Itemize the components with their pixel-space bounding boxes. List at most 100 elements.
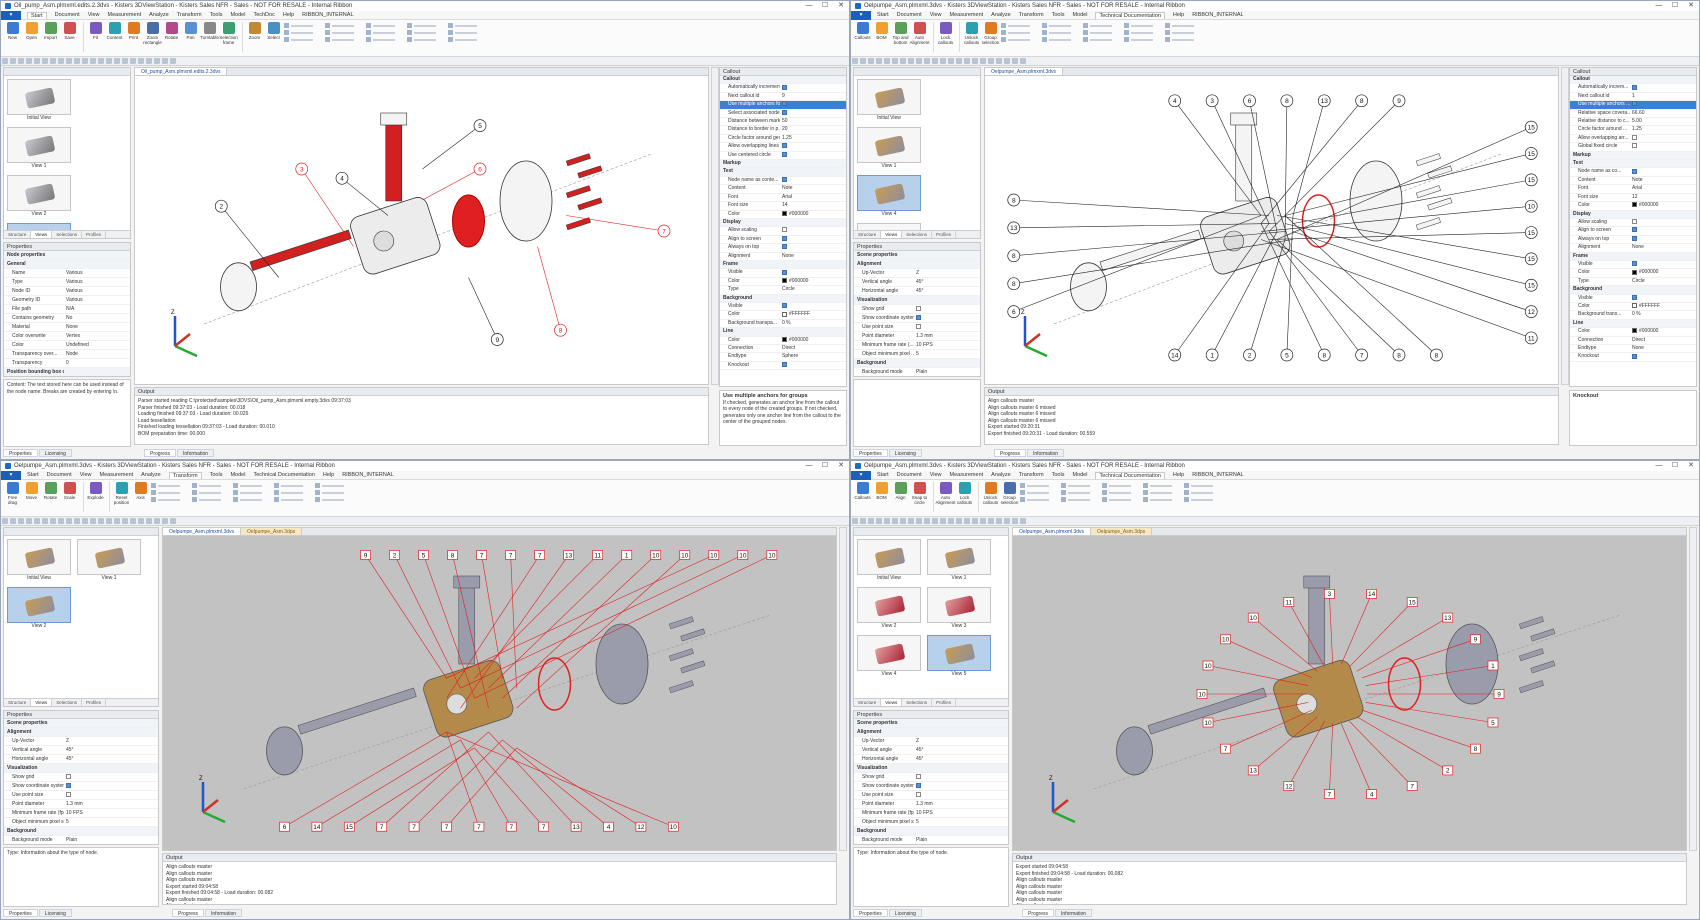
property-row[interactable]: Contains geometry No xyxy=(4,314,130,323)
toolbar-icon[interactable] xyxy=(42,518,48,524)
ribbon-small-button[interactable] xyxy=(192,496,230,503)
view-thumbnail[interactable]: View 4 xyxy=(857,175,921,217)
bottom-tab-licensing[interactable]: Licensing xyxy=(38,449,72,457)
toolbar-icon[interactable] xyxy=(996,58,1002,64)
callout-property-row[interactable]: Endtype Sphere xyxy=(720,353,846,362)
toolbar-icon[interactable] xyxy=(892,58,898,64)
menu-tab-transform[interactable]: Transform xyxy=(177,12,202,18)
panel-tab-selections[interactable]: Selections xyxy=(52,231,82,238)
property-row[interactable]: Up-Vector Z xyxy=(4,737,158,746)
panel-tab-structure[interactable]: Structure xyxy=(4,231,32,238)
callout-checkbox[interactable] xyxy=(782,361,787,367)
property-row[interactable]: Show grid xyxy=(854,773,1008,782)
maximize-button[interactable]: ☐ xyxy=(1667,461,1683,471)
output-tab-information[interactable]: Information xyxy=(177,449,215,457)
file-menu-button[interactable]: ▾ xyxy=(851,470,871,480)
property-row[interactable]: Geometry ID Various xyxy=(4,296,130,305)
property-row[interactable]: Show grid xyxy=(4,773,158,782)
property-row[interactable]: Background mode Plain xyxy=(854,368,980,376)
property-row[interactable]: Minimum frame rate (... 10 FPS xyxy=(854,341,980,350)
callout-property-row[interactable]: Color #000000 xyxy=(720,211,846,219)
side-dock-strip[interactable] xyxy=(839,527,847,851)
minimize-button[interactable]: — xyxy=(801,1,817,11)
close-button[interactable]: ✕ xyxy=(833,1,849,11)
toolbar-icon[interactable] xyxy=(106,518,112,524)
ribbon-button-lock-callouts[interactable]: Lock callouts xyxy=(937,22,954,48)
menu-tab-model[interactable]: Model xyxy=(230,472,245,478)
ribbon-small-button[interactable] xyxy=(315,489,353,496)
menu-tab-start[interactable]: Start xyxy=(27,11,47,19)
callout-checkbox[interactable] xyxy=(782,227,787,233)
property-row[interactable]: Minimum frame rate (fps) 10 FPS xyxy=(854,809,1008,818)
menu-tab-analyze[interactable]: Analyze xyxy=(991,12,1011,18)
toolbar-icon[interactable] xyxy=(860,518,866,524)
view-thumbnail[interactable]: View 5 xyxy=(927,635,991,677)
ribbon-small-button[interactable] xyxy=(151,482,189,489)
ribbon-small-button[interactable] xyxy=(325,29,363,36)
ribbon-button-free-drag[interactable]: Free drag xyxy=(4,482,21,508)
ribbon-small-button[interactable] xyxy=(325,36,363,43)
callout-property-row[interactable]: Knockout xyxy=(1570,353,1696,362)
callout-property-row[interactable]: Alignment None xyxy=(1570,244,1696,253)
toolbar-icon[interactable] xyxy=(26,58,32,64)
toolbar-icon[interactable] xyxy=(956,58,962,64)
ribbon-small-button[interactable] xyxy=(1061,489,1099,496)
view-thumbnail[interactable]: View 2 xyxy=(7,587,71,629)
ribbon-small-button[interactable] xyxy=(448,29,486,36)
toolbar-icon[interactable] xyxy=(884,518,890,524)
panel-tab-profiles[interactable]: Profiles xyxy=(932,231,956,238)
3d-viewport[interactable]: Oelpumpe_Asm.plmxml.3dvs Oelpumpe_Asm.3dp… xyxy=(1012,527,1687,851)
callout-property-row[interactable]: Color #000000 xyxy=(720,278,846,287)
property-row[interactable]: Background mode Plain xyxy=(4,836,158,844)
callout-property-row[interactable]: Automatically increment xyxy=(720,84,846,93)
menu-tab-measurement[interactable]: Measurement xyxy=(108,12,142,18)
property-row[interactable]: Material None xyxy=(4,323,130,332)
property-row[interactable]: Name Various xyxy=(4,269,130,278)
toolbar-icon[interactable] xyxy=(90,518,96,524)
ribbon-button-unlock-callouts[interactable]: Unlock callouts xyxy=(982,482,999,508)
callout-property-row[interactable]: Automatically increm... xyxy=(1570,84,1696,93)
ribbon-small-button[interactable] xyxy=(1143,496,1181,503)
output-tab-progress[interactable]: Progress xyxy=(144,449,177,457)
ribbon-button-lock-callouts[interactable]: Lock callouts xyxy=(956,482,973,508)
property-row[interactable]: Vertical angle 45° xyxy=(854,278,980,287)
view-thumbnail[interactable]: View 1 xyxy=(77,539,141,581)
menu-tab-ribbon-internal[interactable]: RIBBON_INTERNAL xyxy=(302,12,353,18)
panel-tab-profiles[interactable]: Profiles xyxy=(82,699,106,706)
toolbar-icon[interactable] xyxy=(26,518,32,524)
property-row[interactable]: Type Various xyxy=(4,278,130,287)
ribbon-small-button[interactable] xyxy=(1102,489,1140,496)
maximize-button[interactable]: ☐ xyxy=(817,1,833,11)
ribbon-small-button[interactable] xyxy=(407,29,445,36)
menu-tab-model[interactable]: Model xyxy=(1072,472,1087,478)
property-row[interactable]: Use point size xyxy=(4,791,158,800)
ribbon-small-button[interactable] xyxy=(151,489,189,496)
toolbar-icon[interactable] xyxy=(868,58,874,64)
color-swatch[interactable] xyxy=(1632,303,1637,309)
menu-tab-transform[interactable]: Transform xyxy=(168,471,202,479)
document-tab[interactable]: Oelpumpe_Asm.plmxml.3dvs xyxy=(163,528,242,535)
toolbar-icon[interactable] xyxy=(988,518,994,524)
view-thumbnail[interactable]: Initial View xyxy=(7,79,71,121)
property-row[interactable]: Vertical angle 45° xyxy=(4,746,158,755)
color-swatch[interactable] xyxy=(1632,269,1637,275)
callout-property-row[interactable]: Content Note xyxy=(720,185,846,194)
callout-property-row[interactable]: Next callout id 9 xyxy=(720,93,846,102)
toolbar-icon[interactable] xyxy=(74,518,80,524)
ribbon-button-open[interactable]: Open xyxy=(23,22,40,48)
model-canvas[interactable]: Z 5 6 3 4 2 7 9 8 xyxy=(135,76,709,385)
property-checkbox[interactable] xyxy=(916,783,921,789)
property-row[interactable]: Object minimum pixel size5 xyxy=(854,818,1008,827)
property-row[interactable]: Horizontal angle 45° xyxy=(4,755,158,764)
ribbon-small-button[interactable] xyxy=(1020,489,1058,496)
3d-viewport[interactable]: Oelpumpe_Asm.plmxml.3dvs Z 4 3 6 8 13 8 9 15 15 15 1… xyxy=(984,67,1559,385)
ribbon-button-align[interactable]: Align xyxy=(892,482,909,508)
property-row[interactable]: Up-Vector Z xyxy=(854,737,1008,746)
ribbon-small-button[interactable] xyxy=(151,496,189,503)
menu-tab-model[interactable]: Model xyxy=(1072,12,1087,18)
toolbar-icon[interactable] xyxy=(50,518,56,524)
property-row[interactable]: Point diameter 1.3 mm xyxy=(854,332,980,341)
file-menu-button[interactable]: ▾ xyxy=(1,470,21,480)
model-canvas[interactable]: Z9 2 5 8 7 7 7 13 11 1 10 10 10 10 106 14 15 7 7 7 7 7 7 13 4 12 1… xyxy=(163,536,837,851)
callout-property-row[interactable]: Allow overlapping lines xyxy=(720,143,846,152)
